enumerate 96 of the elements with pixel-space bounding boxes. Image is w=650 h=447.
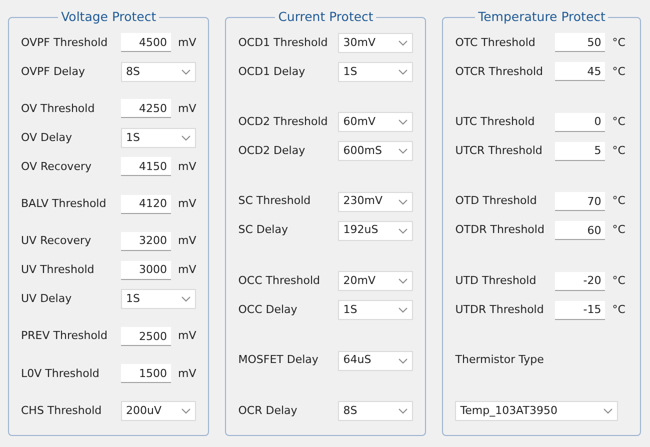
- input-field[interactable]: 3000: [121, 260, 171, 280]
- unit-label: mV: [178, 262, 196, 278]
- unit-label: mV: [178, 34, 196, 50]
- input-field[interactable]: -20: [555, 272, 606, 291]
- dropdown[interactable]: 30mV: [338, 32, 414, 53]
- field-label: SC Threshold: [238, 193, 312, 210]
- chevron-down-icon: [398, 358, 408, 364]
- input-field[interactable]: 4250: [121, 99, 171, 118]
- input-field[interactable]: -15: [555, 300, 606, 320]
- unit-label: °C: [612, 64, 626, 80]
- chevron-down-icon: [398, 40, 408, 46]
- field-label: UTD Threshold: [455, 272, 538, 289]
- unit-label: °C: [612, 272, 626, 289]
- field-label: UTDR Threshold: [455, 302, 545, 318]
- field-label: BALV Threshold: [21, 196, 108, 212]
- dropdown[interactable]: Temp_103AT3950: [455, 400, 618, 421]
- field-label: OTCR Threshold: [455, 64, 544, 80]
- chevron-down-icon: [398, 148, 408, 154]
- group-title: Temperature Protect: [477, 8, 606, 26]
- dropdown[interactable]: 200uV: [121, 400, 196, 421]
- input-field[interactable]: 1500: [121, 364, 171, 384]
- field-label: OCD1 Delay: [238, 64, 306, 80]
- field-label: Thermistor Type: [455, 352, 544, 368]
- input-field[interactable]: 50: [555, 33, 606, 52]
- input-field[interactable]: 4500: [121, 33, 171, 52]
- input-field[interactable]: 45: [555, 62, 606, 82]
- chevron-down-icon: [181, 68, 191, 75]
- field-label: UV Delay: [21, 291, 73, 308]
- unit-label: °C: [612, 142, 626, 159]
- unit-label: °C: [612, 222, 626, 238]
- input-field[interactable]: 0: [555, 112, 606, 132]
- field-label: UV Threshold: [21, 262, 96, 278]
- chevron-down-icon: [181, 408, 191, 414]
- input-field[interactable]: 60: [555, 221, 606, 240]
- unit-label: mV: [178, 196, 196, 212]
- field-label: CHS Threshold: [21, 402, 103, 419]
- input-field[interactable]: 2500: [121, 327, 171, 346]
- field-label: OVPF Delay: [21, 64, 86, 80]
- input-field[interactable]: 5: [555, 142, 606, 161]
- chevron-down-icon: [398, 228, 408, 234]
- unit-label: mV: [178, 100, 196, 117]
- chevron-down-icon: [603, 408, 614, 414]
- field-label: OTD Threshold: [455, 193, 538, 210]
- dropdown[interactable]: 1S: [121, 128, 196, 148]
- field-label: OTC Threshold: [455, 34, 536, 50]
- dropdown[interactable]: 600mS: [338, 141, 414, 162]
- unit-label: °C: [612, 114, 626, 130]
- field-label: OV Recovery: [21, 158, 92, 175]
- unit-label: mV: [178, 158, 196, 175]
- field-label: OCD2 Threshold: [238, 114, 329, 130]
- dropdown[interactable]: 60mV: [338, 112, 414, 132]
- group-title: Current Protect: [277, 8, 374, 26]
- field-label: OV Delay: [21, 130, 74, 146]
- dropdown[interactable]: 1S: [121, 289, 196, 310]
- chevron-down-icon: [398, 119, 408, 126]
- field-label: OCD1 Threshold: [238, 34, 329, 50]
- chevron-down-icon: [398, 278, 408, 284]
- field-label: OCR Delay: [238, 402, 298, 419]
- group-title: Voltage Protect: [60, 8, 158, 26]
- unit-label: mV: [178, 328, 196, 344]
- chevron-down-icon: [398, 198, 408, 205]
- input-field[interactable]: 4150: [121, 157, 171, 176]
- input-field[interactable]: 3200: [121, 232, 171, 251]
- dropdown[interactable]: 8S: [338, 400, 414, 421]
- chevron-down-icon: [398, 408, 408, 414]
- field-label: OVPF Threshold: [21, 34, 109, 50]
- field-label: L0V Threshold: [21, 366, 100, 382]
- unit-label: mV: [178, 366, 196, 382]
- unit-label: °C: [612, 34, 626, 50]
- dropdown[interactable]: 1S: [338, 62, 414, 82]
- field-label: SC Delay: [238, 222, 289, 238]
- field-label: OCC Delay: [238, 302, 298, 318]
- input-field[interactable]: 70: [555, 192, 606, 212]
- field-label: UTC Threshold: [455, 114, 536, 130]
- field-label: OTDR Threshold: [455, 222, 546, 238]
- chevron-down-icon: [398, 68, 408, 75]
- field-label: MOSFET Delay: [238, 352, 320, 368]
- field-label: OCC Threshold: [238, 272, 321, 289]
- field-label: UTCR Threshold: [455, 142, 544, 159]
- field-label: UV Recovery: [21, 233, 92, 250]
- dropdown[interactable]: 8S: [121, 62, 196, 82]
- dropdown[interactable]: 64uS: [338, 350, 414, 370]
- field-label: PREV Threshold: [21, 328, 108, 344]
- dropdown[interactable]: 192uS: [338, 220, 414, 241]
- chevron-down-icon: [181, 134, 191, 141]
- chevron-down-icon: [181, 296, 191, 302]
- input-field[interactable]: 4120: [121, 194, 171, 214]
- unit-label: °C: [612, 302, 626, 318]
- dropdown[interactable]: 20mV: [338, 271, 414, 292]
- unit-label: mV: [178, 233, 196, 250]
- unit-label: °C: [612, 193, 626, 210]
- field-label: OCD2 Delay: [238, 142, 306, 159]
- dropdown[interactable]: 1S: [338, 300, 414, 320]
- field-label: OV Threshold: [21, 100, 96, 117]
- chevron-down-icon: [398, 307, 408, 314]
- dropdown[interactable]: 230mV: [338, 192, 414, 212]
